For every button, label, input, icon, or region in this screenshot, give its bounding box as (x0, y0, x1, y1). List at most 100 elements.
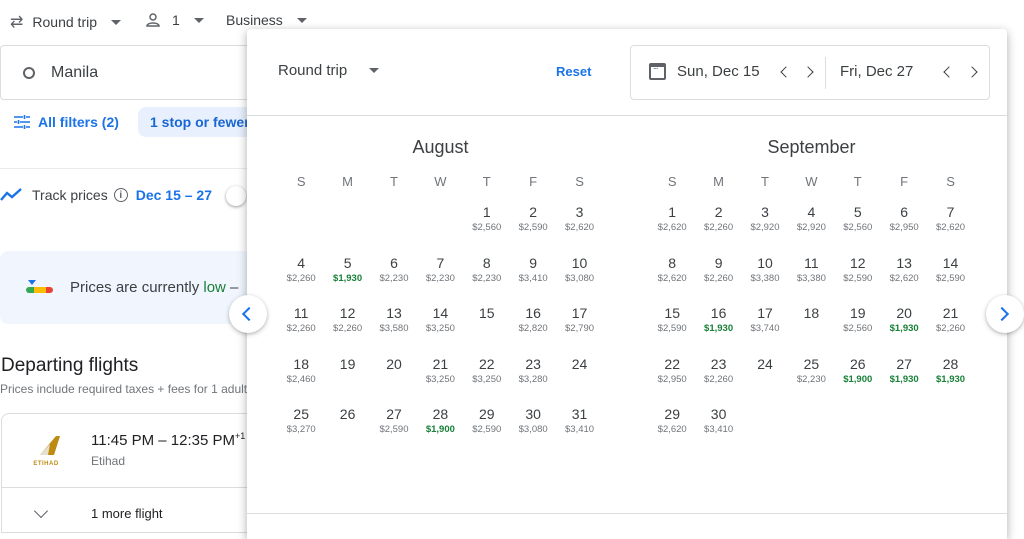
calendar-day[interactable]: 21 $3,250 (417, 348, 463, 399)
tune-icon (14, 115, 30, 129)
return-date-input[interactable]: Fri, Dec 27 (840, 63, 913, 80)
calendar-day[interactable]: 29 $2,590 (464, 398, 510, 449)
flight-card[interactable]: ETIHAD 11:45 PM – 12:35 PM+1 Etihad 1 mo… (1, 413, 261, 533)
cabin-class-select[interactable]: Business (226, 12, 307, 28)
previous-month-button[interactable] (229, 295, 267, 333)
calendar-day[interactable]: 5 $2,560 (835, 196, 881, 247)
calendar-day[interactable]: 11 $3,380 (788, 247, 834, 298)
calendar-day[interactable]: 7 $2,230 (417, 247, 463, 298)
calendar-day[interactable]: 12 $2,260 (324, 297, 370, 348)
calendar-day[interactable]: 18 $2,460 (278, 348, 324, 399)
day-price: $2,230 (472, 272, 502, 284)
day-number: 25 (803, 355, 820, 372)
calendar-day[interactable]: 1 $2,560 (464, 196, 510, 247)
calendar-day[interactable]: 18 (788, 297, 834, 348)
calendar-day[interactable]: 24 (556, 348, 602, 399)
calendar-day[interactable]: 16 $1,930 (695, 297, 741, 348)
calendar-day[interactable]: 10 $3,080 (556, 247, 602, 298)
calendar-day[interactable]: 20 (371, 348, 417, 399)
calendar-day[interactable]: 14 $2,590 (927, 247, 973, 298)
track-prices-toggle[interactable] (226, 186, 246, 206)
all-filters-button[interactable]: All filters (2) (14, 114, 119, 130)
day-number: 29 (664, 406, 680, 422)
day-price: $3,250 (425, 373, 455, 385)
calendar-day[interactable]: 27 $1,930 (881, 348, 927, 399)
calendar-day[interactable]: 13 $3,580 (371, 297, 417, 348)
calendar-day[interactable]: 10 $3,380 (742, 247, 788, 298)
day-number: 27 (386, 406, 402, 422)
chevron-down-icon[interactable] (33, 503, 49, 519)
calendar-day[interactable]: 4 $2,920 (788, 196, 834, 247)
depart-date-input[interactable]: Sun, Dec 15 (677, 63, 760, 80)
calendar-day[interactable]: 28 $1,930 (927, 348, 973, 399)
calendar-day[interactable]: 27 $2,590 (371, 398, 417, 449)
calendar-day[interactable]: 24 (742, 348, 788, 399)
origin-value: Manila (51, 63, 99, 81)
calendar-day[interactable]: 11 $2,260 (278, 297, 324, 348)
depart-prev-day-button[interactable] (780, 66, 792, 78)
calendar-day[interactable]: 17 $3,740 (742, 297, 788, 348)
passenger-select[interactable]: 1 (146, 12, 204, 28)
calendar-day[interactable]: 15 $2,590 (649, 297, 695, 348)
divider (825, 57, 826, 89)
calendar-day[interactable]: 23 $2,260 (695, 348, 741, 399)
calendar-day[interactable]: 30 $3,080 (510, 398, 556, 449)
origin-input[interactable]: Manila (0, 45, 260, 100)
calendar-day[interactable]: 30 $3,410 (695, 398, 741, 449)
calendar-day[interactable]: 5 $1,930 (324, 247, 370, 298)
calendar-day[interactable]: 8 $2,620 (649, 247, 695, 298)
calendar-day[interactable]: 12 $2,590 (835, 247, 881, 298)
day-number: 9 (529, 254, 538, 271)
calendar-day[interactable]: 19 $2,560 (835, 297, 881, 348)
calendar-day[interactable]: 29 $2,620 (649, 398, 695, 449)
calendar-day[interactable]: 20 $1,930 (881, 297, 927, 348)
next-month-button[interactable] (986, 295, 1024, 333)
day-number: 20 (896, 305, 912, 321)
calendar-day[interactable]: 15 (464, 297, 510, 348)
day-number: 29 (478, 406, 495, 422)
calendar-day[interactable]: 31 $3,410 (556, 398, 602, 449)
calendar-day[interactable]: 8 $2,230 (464, 247, 510, 298)
calendar-day[interactable]: 16 $2,820 (510, 297, 556, 348)
calendar-day[interactable]: 3 $2,620 (556, 196, 602, 247)
calendar-day[interactable]: 9 $2,260 (695, 247, 741, 298)
calendar-day[interactable]: 22 $3,250 (464, 348, 510, 399)
calendar-day[interactable]: 3 $2,920 (742, 196, 788, 247)
day-number: 12 (339, 305, 356, 321)
calendar-day[interactable]: 6 $2,950 (881, 196, 927, 247)
trip-type-select[interactable]: ⇄ Round trip (10, 12, 121, 32)
day-price: $3,580 (379, 323, 409, 334)
calendar-day[interactable]: 19 (324, 348, 370, 399)
day-price: $1,930 (889, 373, 919, 385)
calendar-day[interactable]: 13 $2,620 (881, 247, 927, 298)
calendar-day[interactable]: 14 $3,250 (417, 297, 463, 348)
calendar-day[interactable]: 6 $2,230 (371, 247, 417, 298)
calendar-day[interactable]: 17 $2,790 (556, 297, 602, 348)
day-price: $3,410 (704, 424, 734, 435)
return-prev-day-button[interactable] (943, 66, 955, 78)
calendar-day[interactable]: 21 $2,260 (927, 297, 973, 348)
day-price: $1,930 (333, 272, 363, 284)
day-number: 21 (942, 305, 959, 321)
calendar-day[interactable]: 1 $2,620 (649, 196, 695, 247)
calendar-day[interactable]: 26 (324, 398, 370, 449)
more-flights-link[interactable]: 1 more flight (91, 506, 163, 521)
price-insight-banner: Prices are currently low – (0, 251, 260, 324)
calendar-day[interactable]: 26 $1,900 (835, 348, 881, 399)
return-next-day-button[interactable] (966, 66, 978, 78)
calendar-day[interactable]: 7 $2,620 (927, 196, 973, 247)
calendar-day[interactable]: 25 $3,270 (278, 398, 324, 449)
calendar-day[interactable]: 22 $2,950 (649, 348, 695, 399)
calendar-day[interactable]: 25 $2,230 (788, 348, 834, 399)
calendar-day[interactable]: 23 $3,280 (510, 348, 556, 399)
info-icon[interactable]: i (113, 188, 128, 202)
calendar-day[interactable]: 9 $3,410 (510, 247, 556, 298)
depart-next-day-button[interactable] (802, 66, 814, 78)
calendar-day[interactable]: 4 $2,260 (278, 247, 324, 298)
reset-button[interactable]: Reset (556, 64, 591, 79)
caret-down-icon (193, 17, 204, 23)
calendar-day[interactable]: 2 $2,590 (510, 196, 556, 247)
calendar-day[interactable]: 28 $1,900 (417, 398, 463, 449)
calendar-day[interactable]: 2 $2,260 (695, 196, 741, 247)
dialog-trip-type-select[interactable]: Round trip (278, 62, 380, 79)
